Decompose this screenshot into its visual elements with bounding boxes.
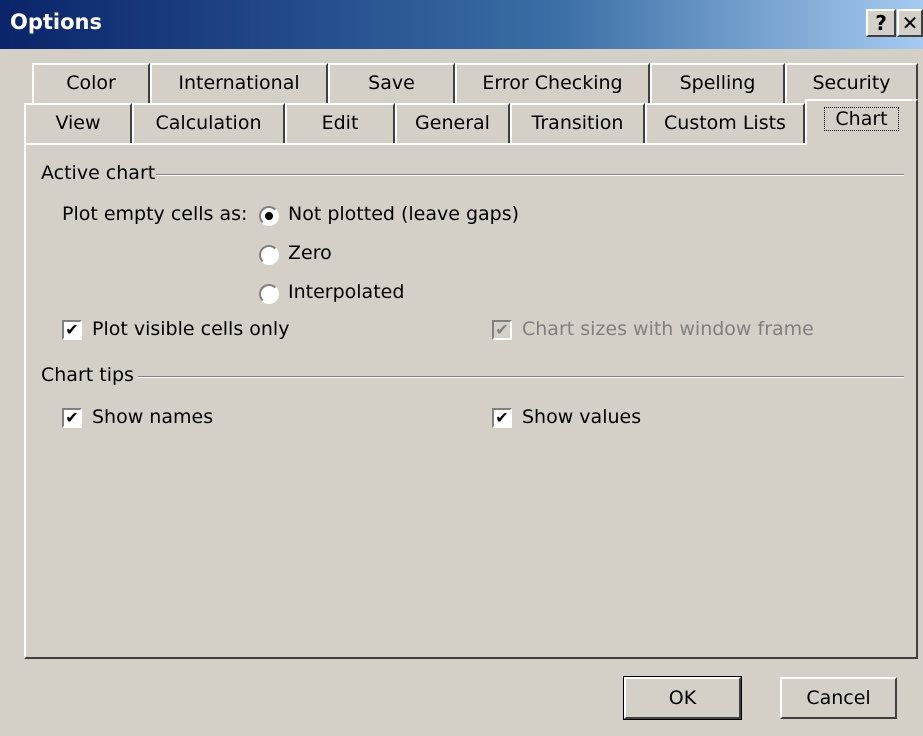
chart-options-panel: Active chart Plot empty cells as: Not pl… — [24, 143, 918, 659]
chart-sizes-label: Chart sizes with window frame — [522, 318, 814, 340]
show-values-checkbox[interactable]: ✔ — [492, 408, 512, 428]
group-divider — [156, 174, 904, 176]
radio-interpolated[interactable] — [259, 284, 279, 304]
tab-international[interactable]: International — [150, 63, 328, 103]
tab-security[interactable]: Security — [785, 63, 918, 103]
tab-general[interactable]: General — [395, 103, 510, 143]
help-button[interactable]: ? — [866, 9, 896, 37]
chart-tips-heading: Chart tips — [41, 364, 134, 386]
tab-error-checking[interactable]: Error Checking — [455, 63, 650, 103]
radio-zero-label[interactable]: Zero — [288, 242, 332, 264]
plot-visible-checkbox[interactable]: ✔ — [62, 320, 82, 340]
tab-view[interactable]: View — [24, 103, 132, 143]
chart-sizes-checkbox: ✔ — [492, 320, 512, 340]
close-button[interactable]: ✕ — [897, 9, 923, 37]
show-values-label[interactable]: Show values — [522, 406, 641, 428]
tab-chart[interactable]: Chart — [805, 99, 918, 145]
plot-visible-label[interactable]: Plot visible cells only — [92, 318, 289, 340]
show-names-label[interactable]: Show names — [92, 406, 213, 428]
tab-transition[interactable]: Transition — [510, 103, 645, 143]
tab-calculation[interactable]: Calculation — [132, 103, 285, 143]
tab-custom-lists[interactable]: Custom Lists — [645, 103, 805, 143]
show-names-checkbox[interactable]: ✔ — [62, 408, 82, 428]
tab-save[interactable]: Save — [328, 63, 455, 103]
radio-not-plotted-label[interactable]: Not plotted (leave gaps) — [288, 203, 519, 225]
window-title: Options — [10, 10, 102, 34]
active-chart-heading: Active chart — [41, 162, 156, 184]
tab-color[interactable]: Color — [32, 63, 150, 103]
tab-edit[interactable]: Edit — [285, 103, 395, 143]
tab-spelling[interactable]: Spelling — [650, 63, 785, 103]
radio-not-plotted[interactable] — [259, 206, 279, 226]
title-bar: Options ? ✕ — [0, 0, 923, 49]
group-divider — [138, 376, 904, 378]
cancel-button[interactable]: Cancel — [780, 677, 897, 719]
plot-empty-label: Plot empty cells as: — [62, 203, 248, 225]
ok-button[interactable]: OK — [623, 676, 742, 720]
radio-zero[interactable] — [259, 245, 279, 265]
options-dialog: Options ? ✕ Color International Save Err… — [0, 0, 923, 736]
radio-interpolated-label[interactable]: Interpolated — [288, 281, 404, 303]
